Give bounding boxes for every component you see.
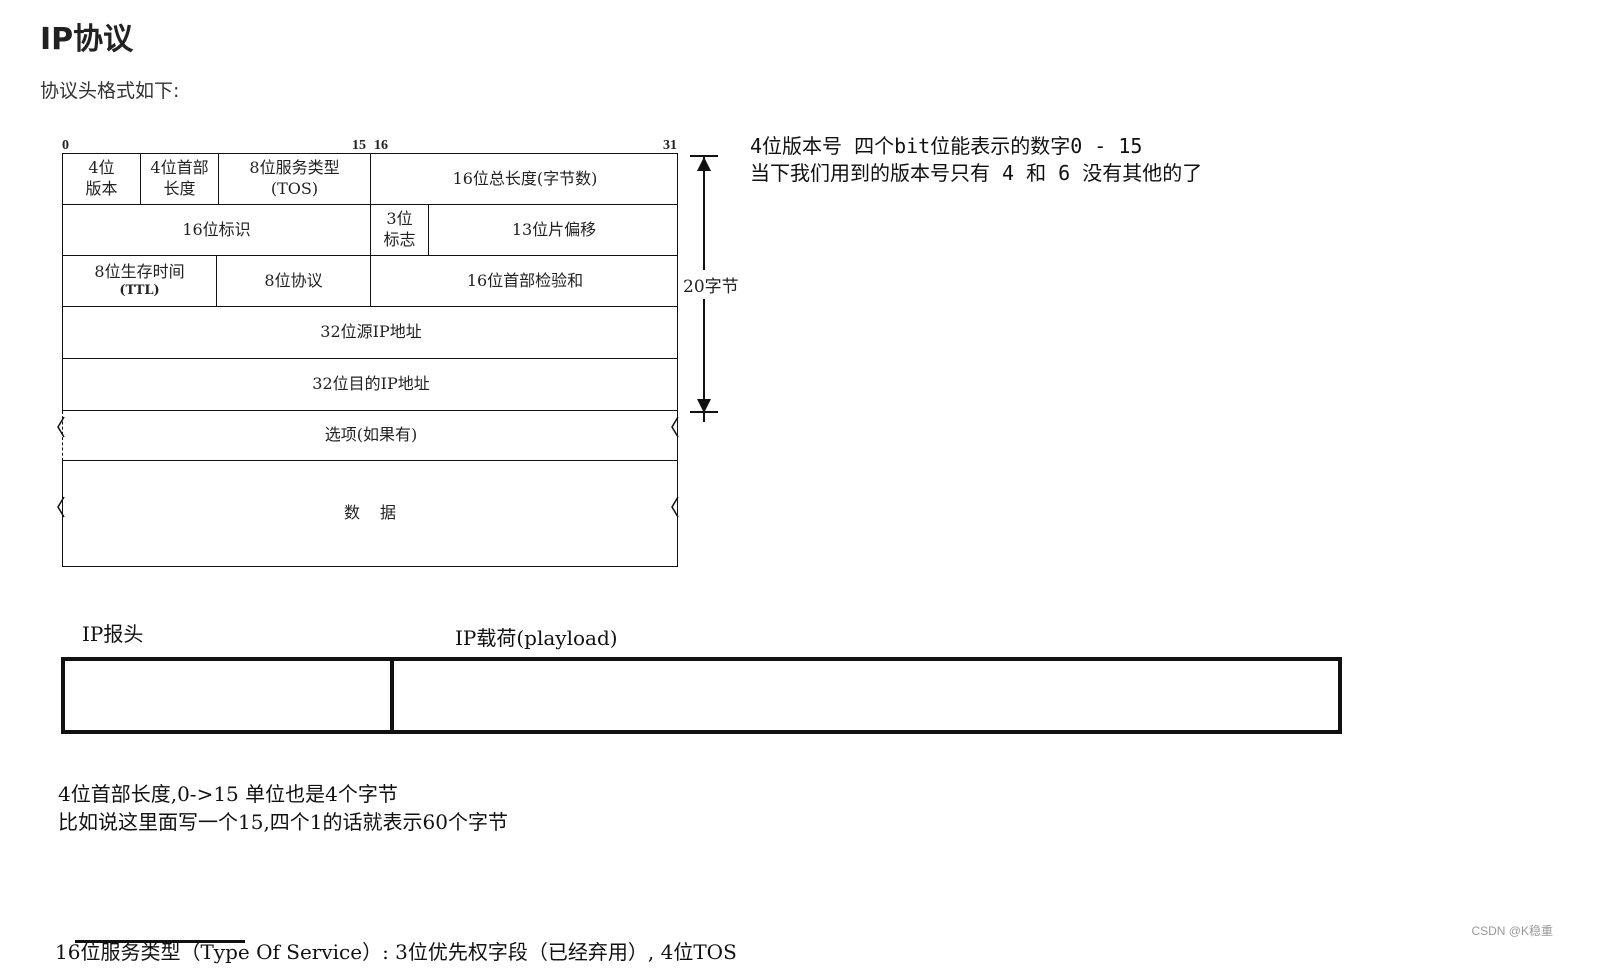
version-note: 4位版本号 四个bit位能表示的数字0 - 15 当下我们用到的版本号只有 4 … [750, 133, 1202, 187]
page-title: IP协议 [40, 22, 134, 57]
version-note-line-1: 4位版本号 四个bit位能表示的数字0 - 15 [750, 134, 1143, 158]
ip-header-diagram: 0 15 16 31 4位 版本 4位首部 长度 8位服务类型 (TOS) 16位总长… [50, 135, 770, 595]
data-area: 数 据 [62, 461, 678, 567]
arrow-up-icon [697, 157, 711, 171]
left-break-marks [57, 416, 65, 518]
version-field: 4位 版本 [63, 154, 141, 204]
bit-16-label: 16 [374, 138, 388, 153]
header-size-label: 20字节 [683, 270, 739, 299]
bit-31-label: 31 [663, 138, 677, 153]
right-break-marks [671, 416, 679, 518]
total-length-field: 16位总长度(字节数) [452, 168, 598, 188]
source-address-field: 32位源IP地址 [320, 322, 422, 342]
ip-header-label: IP报头 [82, 622, 144, 646]
header-row-1: 4位 版本 4位首部 长度 8位服务类型 (TOS) 16位总长度(字节数) [62, 153, 678, 205]
header-row-3: 8位生存时间 (TTL) 8位协议 16位首部检验和 [62, 256, 678, 307]
ttl-field: 8位生存时间 (TTL) [63, 256, 217, 306]
version-note-line-2: 当下我们用到的版本号只有 4 和 6 没有其他的了 [750, 161, 1203, 185]
bit-15-label: 15 [352, 138, 366, 153]
cutoff-underline [75, 940, 245, 943]
arrow-down-icon [697, 399, 711, 413]
bit-0-label: 0 [62, 138, 69, 153]
watermark: CSDN @K稳重 [1471, 924, 1553, 938]
identification-field: 16位标识 [63, 205, 371, 255]
intro-text: 协议头格式如下: [40, 80, 180, 102]
tos-field: 8位服务类型 (TOS) [219, 154, 371, 204]
header-length-field: 4位首部 长度 [141, 154, 219, 204]
header-length-note-line-1: 4位首部长度,0->15 单位也是4个字节 [58, 782, 398, 806]
header-row-5: 32位目的IP地址 [62, 359, 678, 411]
ip-payload-label: IP载荷(playload) [455, 626, 618, 650]
protocol-field: 8位协议 [217, 256, 371, 306]
fragment-offset-field: 13位片偏移 [511, 219, 597, 239]
flags-field: 3位 标志 [371, 205, 429, 255]
header-row-4: 32位源IP地址 [62, 307, 678, 359]
checksum-field: 16位首部检验和 [466, 270, 584, 290]
header-payload-bar [61, 657, 1342, 734]
header-row-options: 选项(如果有) [62, 411, 678, 461]
header-payload-divider [390, 661, 394, 730]
destination-address-field: 32位目的IP地址 [312, 374, 430, 394]
header-row-2: 16位标识 3位 标志 13位片偏移 [62, 205, 678, 256]
header-length-note-line-2: 比如说这里面写一个15,四个1的话就表示60个字节 [58, 810, 508, 834]
data-field: 数 据 [343, 503, 398, 523]
options-field: 选项(如果有) [324, 425, 418, 445]
header-length-note: 4位首部长度,0->15 单位也是4个字节 比如说这里面写一个15,四个1的话就… [58, 780, 508, 836]
